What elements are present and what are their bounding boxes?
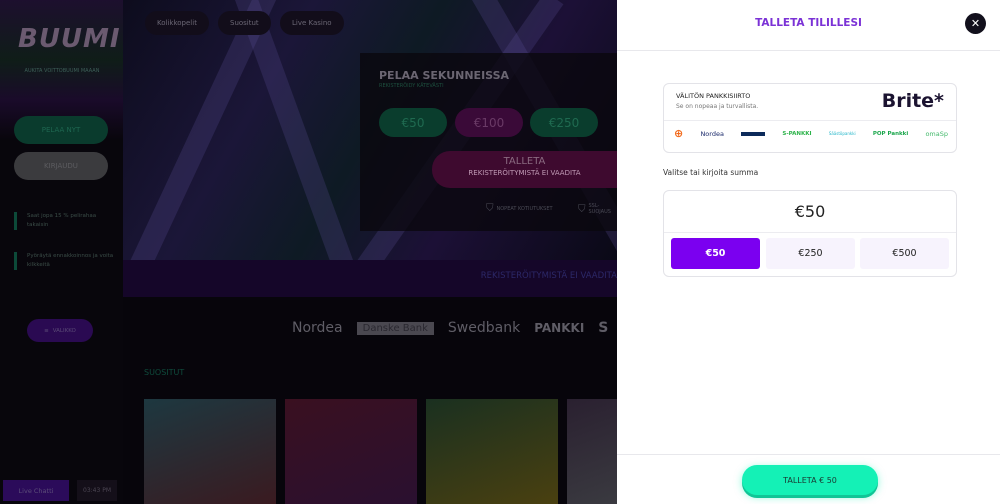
game-tile[interactable] (144, 399, 276, 504)
bank-logo: omaSp (925, 129, 948, 138)
close-button[interactable]: ✕ (965, 13, 986, 34)
trust-label: SSL-SUOJAUS (588, 203, 611, 215)
promo-band: REKISTERÖITYMISTÄ EI VAADITA (123, 260, 617, 297)
panel-title: TALLETA TILILLESI (755, 17, 862, 29)
hero-deposit-button[interactable]: TALLETA REKISTERÖITYMISTÄ EI VAADITA (432, 151, 617, 188)
deposit-submit-button[interactable]: TALLETA € 50 (742, 465, 878, 495)
supported-banks: ⊕ Nordea S-PANKKI Säästöpankki POP Pankk… (674, 127, 948, 140)
bank-logos: Nordea Danske Bank Swedbank PANKKI S (292, 320, 608, 336)
hamburger-icon: ≡ (44, 327, 49, 334)
payment-method-card[interactable]: VÄLITÖN PANKKISIIRTO Se on nopeaa ja tur… (663, 83, 957, 153)
game-tile[interactable] (567, 399, 617, 504)
divider (617, 454, 1000, 455)
hero-subtitle: REKISTERÖIDY KÄTEVÄSTI (379, 83, 444, 89)
section-title: SUOSITUT (144, 368, 185, 377)
trust-badge: ⛉ NOPEAT KOTIUTUKSET (486, 203, 553, 214)
login-button[interactable]: KIRJAUDU (14, 152, 108, 180)
sidebar: BUUMI AUKITA VOITTOBUUMI MAAAN PELAA NYT… (0, 0, 123, 504)
amount-input[interactable]: €50 (664, 202, 956, 221)
nav-pill-live-kasino[interactable]: Live Kasino (280, 11, 344, 35)
deposit-label: TALLETA (503, 156, 546, 167)
amount-choice-500[interactable]: €500 (860, 238, 949, 269)
logo[interactable]: BUUMI (18, 24, 121, 54)
menu-label: VALIKKO (52, 327, 76, 334)
bank-logo: Swedbank (447, 320, 521, 336)
clock: 03:43 PM (77, 480, 117, 501)
bank-logo: Säästöpankki (828, 131, 856, 136)
amount-choice-250[interactable]: €250 (766, 238, 855, 269)
hero-amount-50[interactable]: €50 (379, 108, 447, 137)
divider (617, 50, 1000, 51)
nav-pill-suositut[interactable]: Suositut (218, 11, 271, 35)
shield-icon: ⛉ (486, 203, 494, 214)
trust-label: NOPEAT KOTIUTUKSET (496, 205, 553, 212)
menu-button[interactable]: ≡ VALIKKO (27, 319, 93, 342)
quick-deposit-card: PELAA SEKUNNEISSA REKISTERÖIDY KÄTEVÄSTI… (360, 53, 617, 231)
live-chat-button[interactable]: Live Chatti (3, 480, 69, 501)
promo-item: Pyöräytä ennakkoinnos ja voita kilkkeitä (14, 252, 114, 270)
method-subtitle: Se on nopeaa ja turvallista. (676, 103, 759, 110)
hero-amount-100[interactable]: €100 (455, 108, 523, 137)
bank-logo: PANKKI (534, 321, 585, 335)
game-tile[interactable] (285, 399, 417, 504)
bank-logo: Danske Bank (356, 321, 434, 335)
shield-icon: ⛉ (578, 203, 586, 215)
amount-label: Valitse tai kirjoita summa (663, 168, 759, 177)
amount-selector: €50 €50 €250 €500 (663, 190, 957, 277)
bank-logo (741, 131, 766, 136)
bank-logo: S (598, 320, 609, 336)
close-icon: ✕ (970, 17, 981, 30)
brite-logo: Brite* (881, 90, 944, 112)
promo-item: Saat jopa 15 % pelirahaa takaisin (14, 212, 114, 230)
hero-title: PELAA SEKUNNEISSA (379, 69, 510, 82)
bank-logo: Nordea (700, 129, 724, 138)
hero-amount-250[interactable]: €250 (530, 108, 598, 137)
play-button[interactable]: PELAA NYT (14, 116, 108, 144)
bank-logo: POP Pankki (872, 130, 909, 137)
deposit-panel: TALLETA TILILLESI ✕ VÄLITÖN PANKKISIIRTO… (617, 0, 1000, 504)
background-page: Kolikkopelit Suositut Live Kasino PELAA … (0, 0, 617, 504)
bank-logo: S-PANKKI (782, 130, 812, 137)
bank-logo: Nordea (292, 320, 343, 336)
game-tile[interactable] (426, 399, 558, 504)
op-logo: ⊕ (674, 127, 684, 140)
tagline: AUKITA VOITTOBUUMI MAAAN (24, 68, 100, 74)
trust-badge: ⛉ SSL-SUOJAUS (578, 203, 617, 215)
nav-pill-kolikkopelit[interactable]: Kolikkopelit (145, 11, 209, 35)
deposit-sub: REKISTERÖITYMISTÄ EI VAADITA (468, 169, 581, 177)
amount-choice-50[interactable]: €50 (671, 238, 760, 269)
method-title: VÄLITÖN PANKKISIIRTO (676, 92, 751, 100)
